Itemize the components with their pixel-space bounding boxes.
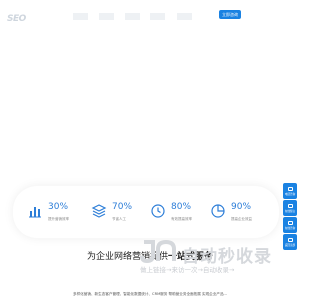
watermark: 自动秒收录 做上链接→来访一次→自动收录→ <box>140 239 285 277</box>
watermark-subtitle: 做上链接→来访一次→自动收录→ <box>140 266 235 274</box>
layers-icon <box>91 204 107 218</box>
floating-contact-panel: 电话咨询 在线留言 在线咨询 返回顶部 <box>283 183 297 251</box>
stat-benefit: 90% 提高企业效益 <box>210 200 268 228</box>
nav-item-placeholder[interactable] <box>125 13 140 20</box>
logo-text: SEO <box>7 14 26 24</box>
chat-icon <box>287 220 293 225</box>
side-item-label: 返回顶部 <box>284 243 296 247</box>
stat-value: 70% <box>112 202 133 212</box>
phone-icon <box>287 186 293 191</box>
side-item-label: 在线留言 <box>284 209 296 213</box>
side-item-phone[interactable]: 电话咨询 <box>283 183 297 199</box>
clock-icon <box>151 204 165 218</box>
logo[interactable]: SEO <box>7 6 31 24</box>
side-item-top[interactable]: 返回顶部 <box>283 234 297 250</box>
watermark-logo-icon <box>140 239 176 263</box>
stat-value: 80% <box>171 202 192 212</box>
nav-item-placeholder[interactable] <box>150 13 165 20</box>
pie-chart-icon <box>211 204 225 218</box>
side-item-message[interactable]: 在线留言 <box>283 200 297 216</box>
side-item-label: 在线咨询 <box>284 226 296 230</box>
top-icon <box>287 237 293 242</box>
stat-value: 30% <box>48 202 69 212</box>
stat-labor: 70% 节省人工 <box>91 200 149 228</box>
nav-item-placeholder[interactable] <box>73 13 88 20</box>
nav-item-placeholder[interactable] <box>177 13 192 20</box>
stat-label: 节省人工 <box>112 217 126 221</box>
stat-label: 提升营销效率 <box>48 217 69 221</box>
stat-label: 提高企业效益 <box>231 217 252 221</box>
nav-item-placeholder[interactable] <box>99 13 114 20</box>
stats-card: 30% 提升营销效率 70% 节省人工 80% 有效提高效率 90% 提高企业效… <box>13 186 279 238</box>
stat-efficiency: 30% 提升营销效率 <box>27 200 85 228</box>
bar-chart-icon <box>29 207 41 218</box>
stat-label: 有效提高效率 <box>171 217 192 221</box>
consult-button[interactable]: 立即咨询 <box>219 10 241 19</box>
message-icon <box>287 203 293 208</box>
side-item-label: 电话咨询 <box>284 192 296 196</box>
side-item-chat[interactable]: 在线咨询 <box>283 217 297 233</box>
stat-value: 90% <box>231 202 252 212</box>
stat-time: 80% 有效提高效率 <box>150 200 208 228</box>
section-description: 多样化营销、新生态客户管理、智能化数据统计、CRM服务 帮助营业务全面拓展 实现… <box>73 292 227 296</box>
